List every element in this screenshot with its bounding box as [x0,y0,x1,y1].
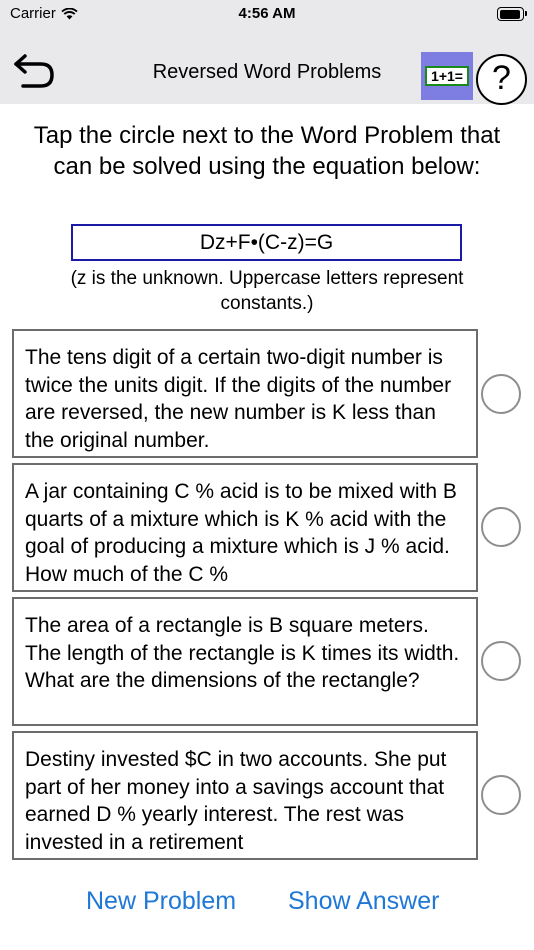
equation-note: (z is the unknown. Uppercase letters rep… [70,268,464,314]
battery-level [499,9,521,19]
navigation-bar: Reversed Word Problems 1+1= ? [0,30,534,105]
choice-radio-2[interactable] [481,507,521,547]
calculator-button[interactable]: 1+1= [421,52,473,100]
choice-text: The tens digit of a certain two-digit nu… [25,346,452,452]
choice-text: Destiny invested $C in two accounts. She… [25,748,447,854]
show-answer-button[interactable]: Show Answer [288,887,439,916]
status-time: 4:56 AM [238,5,296,22]
choice-card-3[interactable]: The area of a rectangle is B square mete… [12,597,478,726]
calculator-label: 1+1= [425,66,469,86]
choice-radio-4[interactable] [481,775,521,815]
choice-radio-3[interactable] [481,641,521,681]
choice-card-2[interactable]: A jar containing C % acid is to be mixed… [12,463,478,592]
equation-box: Dz+F•(C-z)=G [71,224,462,261]
choice-card-4[interactable]: Destiny invested $C in two accounts. She… [12,731,478,860]
new-problem-button[interactable]: New Problem [86,887,236,916]
choice-text: A jar containing C % acid is to be mixed… [25,480,457,586]
battery-icon [497,7,527,21]
choice-radio-1[interactable] [481,374,521,414]
choice-card-1[interactable]: The tens digit of a certain two-digit nu… [12,329,478,458]
instruction-text: Tap the circle next to the Word Problem … [33,122,501,180]
status-bar: Carrier 4:56 AM [0,0,534,30]
choice-text: The area of a rectangle is B square mete… [25,614,460,692]
help-button[interactable]: ? [476,54,527,105]
